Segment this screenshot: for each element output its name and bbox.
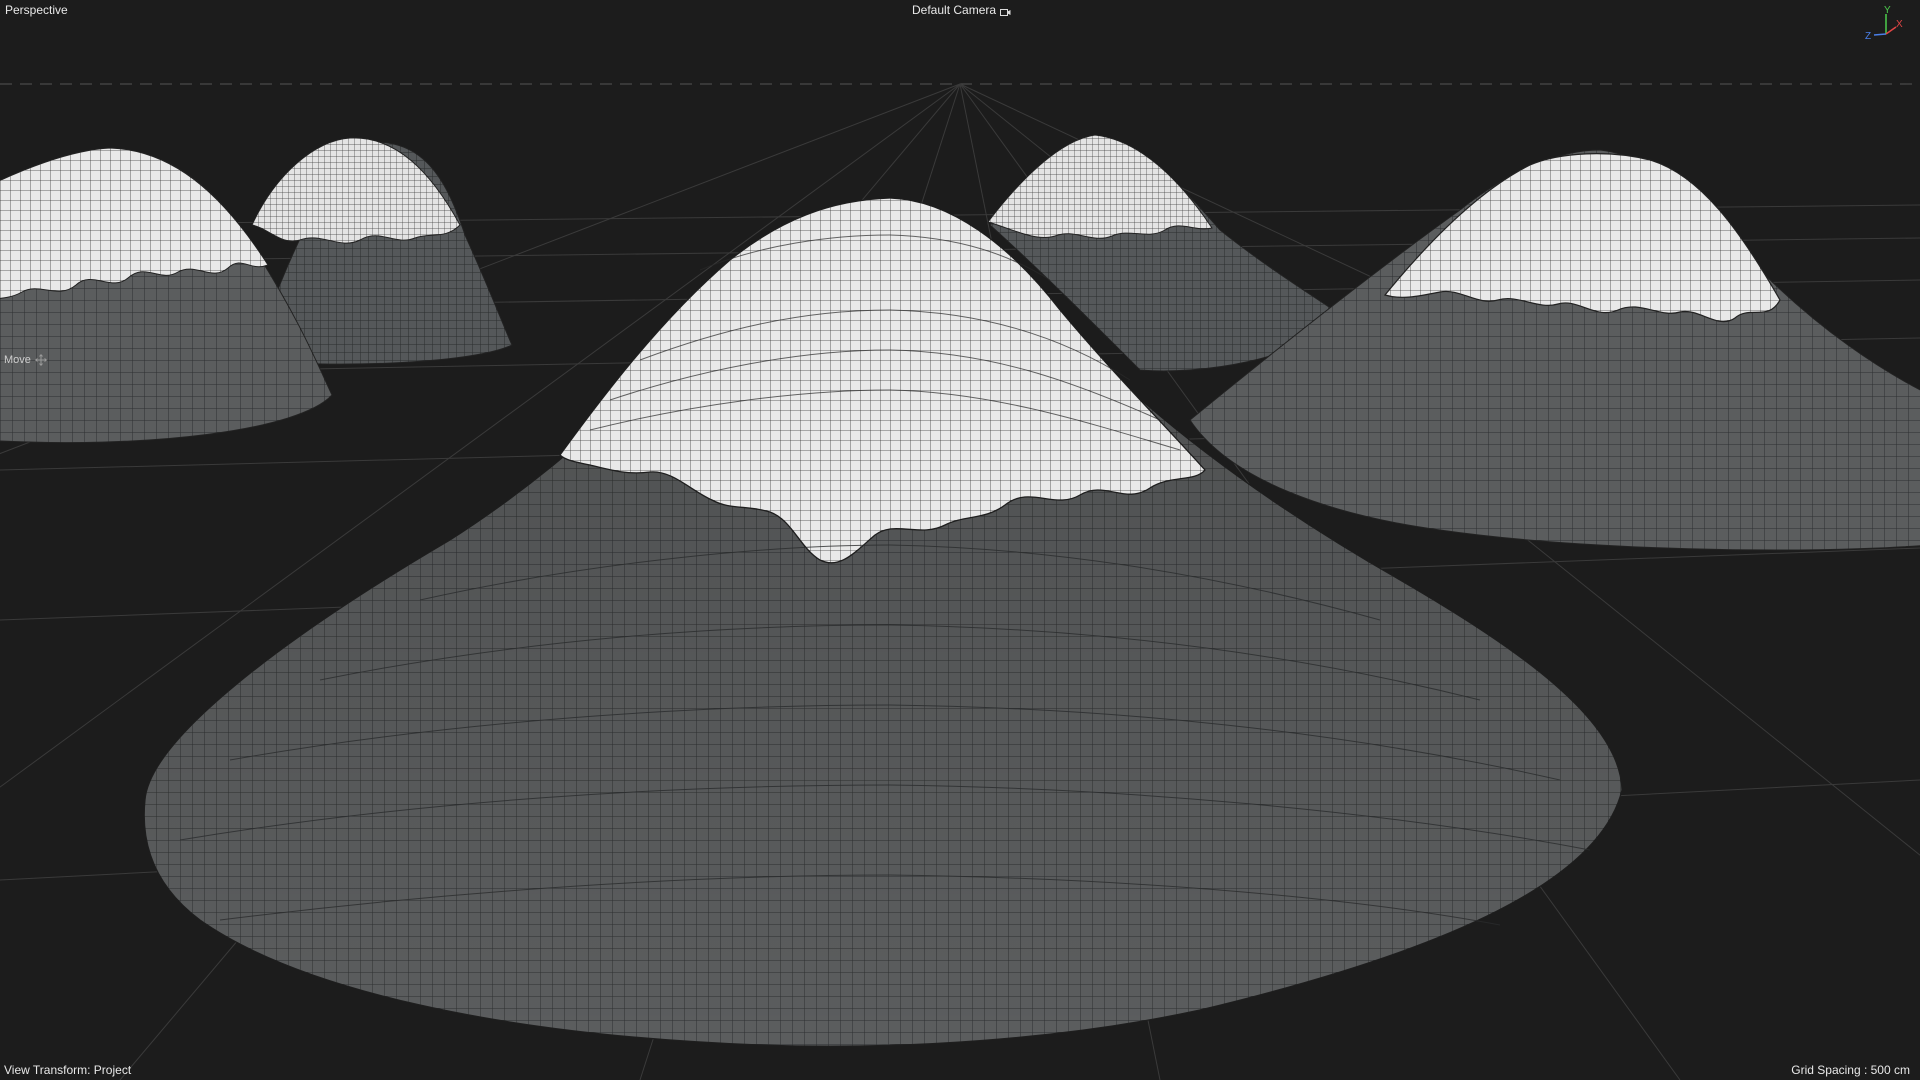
camera-icon xyxy=(1000,6,1011,16)
axis-z-label: Z xyxy=(1865,31,1871,42)
3d-viewport[interactable]: Perspective Default Camera Move View Tra… xyxy=(0,0,1920,1080)
viewport-scene[interactable] xyxy=(0,0,1920,1080)
active-tool-indicator: Move xyxy=(4,353,47,367)
move-tool-icon xyxy=(35,354,47,366)
axis-gizmo[interactable]: Y X Z xyxy=(1850,2,1910,42)
camera-selector[interactable]: Default Camera xyxy=(912,3,1011,17)
axis-z-line xyxy=(1873,33,1887,36)
axis-x-label: X xyxy=(1896,19,1903,30)
camera-name-label: Default Camera xyxy=(912,3,997,17)
view-name-label[interactable]: Perspective xyxy=(5,3,68,17)
axis-x-line xyxy=(1885,26,1897,35)
grid-spacing-label: Grid Spacing : 500 cm xyxy=(1791,1063,1910,1077)
active-tool-label: Move xyxy=(4,354,31,366)
axis-y-label: Y xyxy=(1884,5,1891,16)
view-transform-label: View Transform: Project xyxy=(4,1063,132,1077)
